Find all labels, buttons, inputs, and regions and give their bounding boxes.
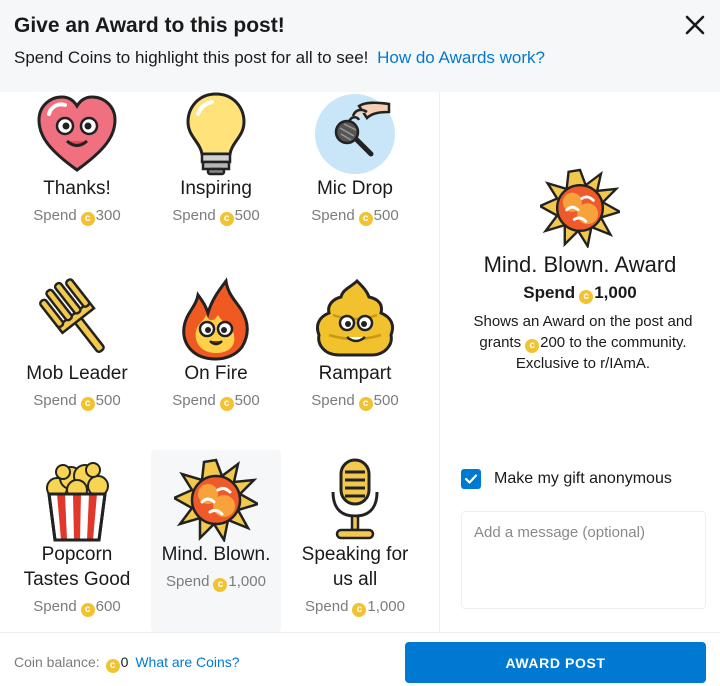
popcorn-icon — [46, 462, 109, 542]
coin-icon: c — [80, 603, 95, 617]
award-name: Mob Leader — [26, 363, 128, 384]
spend-label: Spend — [523, 283, 576, 302]
price-value: 500 — [234, 392, 260, 409]
coin-icon: c — [80, 397, 95, 411]
coin-icon: c — [219, 397, 234, 411]
award-name: Speaking for us all — [301, 544, 409, 590]
price-value: 500 — [234, 207, 260, 224]
award-rampart[interactable]: Rampart Spend c 500 — [290, 277, 420, 427]
explosion-icon — [540, 168, 620, 248]
award-name: Inspiring — [180, 178, 252, 199]
award-price: Spend c 500 — [151, 392, 281, 411]
checkmark-icon — [464, 474, 478, 484]
anonymous-checkbox[interactable] — [461, 469, 481, 489]
spend-label: Spend — [33, 392, 77, 409]
coin-icon: c — [358, 397, 373, 411]
balance-value: 0 — [120, 654, 129, 670]
award-price: Spend c 1,000 — [151, 573, 281, 592]
spend-label: Spend — [172, 392, 216, 409]
spend-label: Spend — [311, 207, 355, 224]
award-inspiring[interactable]: Inspiring Spend c 500 — [151, 92, 281, 242]
selected-award-price: Spend c 1,000 — [440, 283, 720, 304]
award-price: Spend c 500 — [151, 207, 281, 226]
subtitle-text: Spend Coins to highlight this post for a… — [14, 48, 369, 67]
award-name: Mic Drop — [316, 178, 393, 199]
award-name: Mind. Blown. — [161, 544, 271, 565]
selected-award-name: Mind. Blown. Award — [483, 252, 677, 277]
spend-label: Spend — [305, 598, 349, 615]
price-value: 500 — [373, 207, 399, 224]
price-value: 1,000 — [228, 573, 266, 590]
award-mind-blown[interactable]: Mind. Blown. Spend c 1,000 — [151, 450, 281, 632]
dialog-subtitle: Spend Coins to highlight this post for a… — [14, 48, 545, 68]
price-value: 600 — [95, 598, 121, 615]
price-value: 300 — [95, 207, 121, 224]
what-are-coins-link[interactable]: What are Coins? — [135, 654, 239, 670]
spend-label: Spend — [166, 573, 210, 590]
price-value: 1,000 — [594, 283, 637, 302]
spend-label: Spend — [33, 598, 77, 615]
heart-icon — [37, 95, 117, 172]
dialog-header: Give an Award to this post! Spend Coins … — [0, 0, 720, 92]
coin-icon: c — [105, 659, 120, 673]
award-name: Thanks! — [43, 178, 111, 199]
pitchfork-icon — [39, 278, 105, 354]
how-awards-work-link[interactable]: How do Awards work? — [377, 48, 545, 67]
award-name: Popcorn Tastes Good — [23, 544, 131, 590]
explosion-icon — [174, 458, 258, 542]
anonymous-option[interactable]: Make my gift anonymous — [461, 469, 672, 489]
coin-icon: c — [80, 212, 95, 226]
coin-balance: Coin balance: c 0 What are Coins? — [14, 654, 240, 673]
coin-icon: c — [358, 212, 373, 226]
close-icon[interactable] — [678, 8, 712, 42]
lightbulb-icon — [186, 92, 246, 176]
award-price: Spend c 600 — [12, 598, 142, 617]
dialog-title: Give an Award to this post! — [14, 14, 285, 37]
coin-icon: c — [579, 290, 594, 304]
message-input[interactable] — [461, 511, 706, 609]
poop-icon — [315, 278, 395, 357]
award-thanks[interactable]: Thanks! Spend c 300 — [12, 92, 142, 242]
award-speaking-for-us-all[interactable]: Speaking for us all Spend c 1,000 — [290, 450, 420, 632]
mic-drop-icon — [315, 94, 395, 174]
fire-icon — [182, 277, 249, 361]
price-value: 1,000 — [367, 598, 405, 615]
coin-icon: c — [219, 212, 234, 226]
award-grid: Thanks! Spend c 300 Inspiring Spend c 500 Mi… — [0, 92, 440, 632]
footer-divider — [0, 632, 720, 633]
award-name: Rampart — [318, 363, 392, 384]
desc-coins: 200 — [540, 334, 566, 351]
spend-label: Spend — [311, 392, 355, 409]
award-price: Spend c 500 — [290, 207, 420, 226]
balance-label: Coin balance: — [14, 654, 100, 670]
anonymous-label: Make my gift anonymous — [494, 470, 672, 487]
price-value: 500 — [95, 392, 121, 409]
price-value: 500 — [373, 392, 399, 409]
microphone-icon — [331, 458, 379, 540]
coin-icon: c — [525, 339, 540, 353]
selected-award-description: Shows an Award on the post and grants c 20… — [460, 311, 706, 374]
award-name: On Fire — [184, 363, 248, 384]
spend-label: Spend — [33, 207, 77, 224]
award-on-fire[interactable]: On Fire Spend c 500 — [151, 277, 281, 427]
spend-label: Spend — [172, 207, 216, 224]
award-price: Spend c 500 — [12, 392, 142, 411]
award-mic-drop[interactable]: Mic Drop Spend c 500 — [290, 92, 420, 242]
coin-icon: c — [213, 578, 228, 592]
award-price: Spend c 500 — [290, 392, 420, 411]
coin-icon: c — [352, 603, 367, 617]
panel-divider — [439, 92, 440, 632]
award-mob-leader[interactable]: Mob Leader Spend c 500 — [12, 277, 142, 427]
award-price: Spend c 300 — [12, 207, 142, 226]
award-popcorn[interactable]: Popcorn Tastes Good Spend c 600 — [12, 450, 142, 632]
award-post-button[interactable]: AWARD POST — [405, 642, 706, 683]
award-price: Spend c 1,000 — [290, 598, 420, 617]
